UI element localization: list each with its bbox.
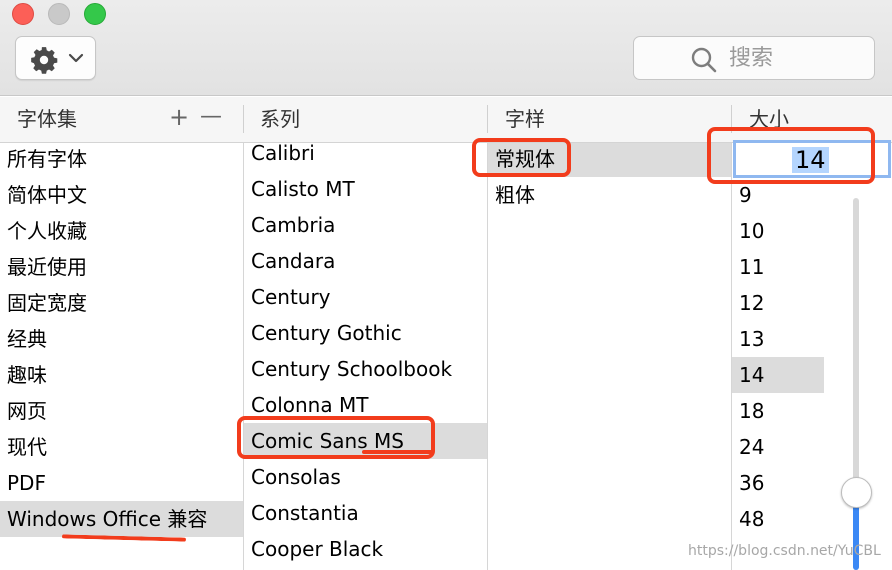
family-row[interactable]: Calibri [244,143,487,171]
family-row[interactable]: Century [244,279,487,315]
close-window-button[interactable] [12,3,34,25]
family-row[interactable]: Cooper Black [244,531,487,567]
size-option-label: 12 [739,291,765,315]
family-row[interactable]: Century Schoolbook [244,351,487,387]
size-option-row[interactable]: 14 [732,357,824,393]
collection-row[interactable]: PDF [0,465,243,501]
header-collections: 字体集 [17,107,77,131]
size-option-label: 24 [739,435,765,459]
collection-row[interactable]: 经典 [0,321,243,357]
collections-list: 所有字体简体中文个人收藏最近使用固定宽度经典趣味网页现代 PDF Windows O… [0,143,243,570]
size-option-row[interactable]: 18 [732,393,824,429]
collection-label: 个人收藏 [7,219,87,243]
typeface-row[interactable]: 粗体 [488,177,731,213]
family-label: Cooper Black [251,537,384,561]
family-label: Calibri [251,143,315,165]
collection-label: 现代 [7,435,47,459]
watermark: https://blog.csdn.net/YuCBL [688,543,881,559]
annotation-underline-family [362,450,434,454]
size-slider-knob[interactable] [841,477,872,508]
family-label: Century Schoolbook [251,357,453,381]
action-menu-button[interactable] [15,36,96,80]
collection-row[interactable]: Windows Office 兼容 [0,501,243,537]
collection-row[interactable]: 现代 [0,429,243,465]
family-row[interactable]: Century Gothic [244,315,487,351]
family-row[interactable]: Consolas [244,459,487,495]
collection-row[interactable]: 网页 [0,393,243,429]
minimize-window-button[interactable] [48,3,70,25]
size-slider-fill [853,505,859,570]
collection-label: 趣味 [7,363,47,387]
size-option-label: 10 [739,219,765,243]
search-field[interactable]: 搜索 [633,36,875,80]
annotation-box-typeface [472,138,571,177]
gear-icon [31,47,58,74]
size-option-row[interactable]: 12 [732,285,824,321]
typeface-label: 粗体 [495,183,535,207]
family-row[interactable]: Candara [244,243,487,279]
collection-label: 最近使用 [7,255,87,279]
add-collection-button[interactable]: + [169,103,189,131]
size-option-label: 13 [739,327,765,351]
header-divider [487,105,488,133]
family-label: Century Gothic [251,321,402,345]
family-label: Calisto MT [251,177,355,201]
size-option-label: 11 [739,255,765,279]
toolbar: 搜索 [0,0,892,96]
collection-row[interactable]: 简体中文 [0,177,243,213]
size-option-row[interactable]: 48 [732,501,824,537]
size-option-label: 14 [739,363,765,387]
family-label: Constantia [251,501,359,525]
collection-label: 网页 [7,399,47,423]
collection-label: 简体中文 [7,183,87,207]
size-list: 9 10 11 12 13 14 18 24 36 48 [732,143,824,570]
search-placeholder: 搜索 [729,46,774,71]
family-label: Cambria [251,213,336,237]
family-row[interactable]: Calisto MT [244,171,487,207]
header-divider [243,105,244,133]
size-option-row[interactable]: 36 [732,465,824,501]
size-option-label: 18 [739,399,765,423]
collection-row[interactable]: 最近使用 [0,249,243,285]
collection-row[interactable]: 固定宽度 [0,285,243,321]
collection-row[interactable]: 趣味 [0,357,243,393]
family-label: Candara [251,249,336,273]
family-row[interactable]: Constantia [244,495,487,531]
chevron-down-icon [68,53,84,63]
annotation-box-size [707,127,875,184]
family-row[interactable]: Cambria [244,207,487,243]
size-option-label: 48 [739,507,765,531]
family-list: Calibri Calisto MT Cambria Candara Century Ce… [244,143,487,570]
remove-collection-button[interactable]: — [200,103,222,131]
size-option-row[interactable]: 10 [732,213,824,249]
size-option-row[interactable]: 11 [732,249,824,285]
collection-label: 所有字体 [7,147,87,171]
zoom-window-button[interactable] [84,3,106,25]
collection-label: Windows Office 兼容 [7,507,208,531]
family-label: Consolas [251,465,341,489]
collection-label: PDF [7,471,46,495]
family-label: Century [251,285,331,309]
collection-label: 固定宽度 [7,291,87,315]
size-option-row[interactable]: 13 [732,321,824,357]
size-option-label: 36 [739,471,765,495]
header-typeface: 字样 [505,107,545,131]
size-option-row[interactable]: 24 [732,429,824,465]
search-icon [691,47,717,73]
collection-row[interactable]: 个人收藏 [0,213,243,249]
header-family: 系列 [260,107,300,131]
typeface-list: 常规体 粗体 [488,143,731,570]
collection-row[interactable]: 所有字体 [0,143,243,177]
collection-label: 经典 [7,327,47,351]
